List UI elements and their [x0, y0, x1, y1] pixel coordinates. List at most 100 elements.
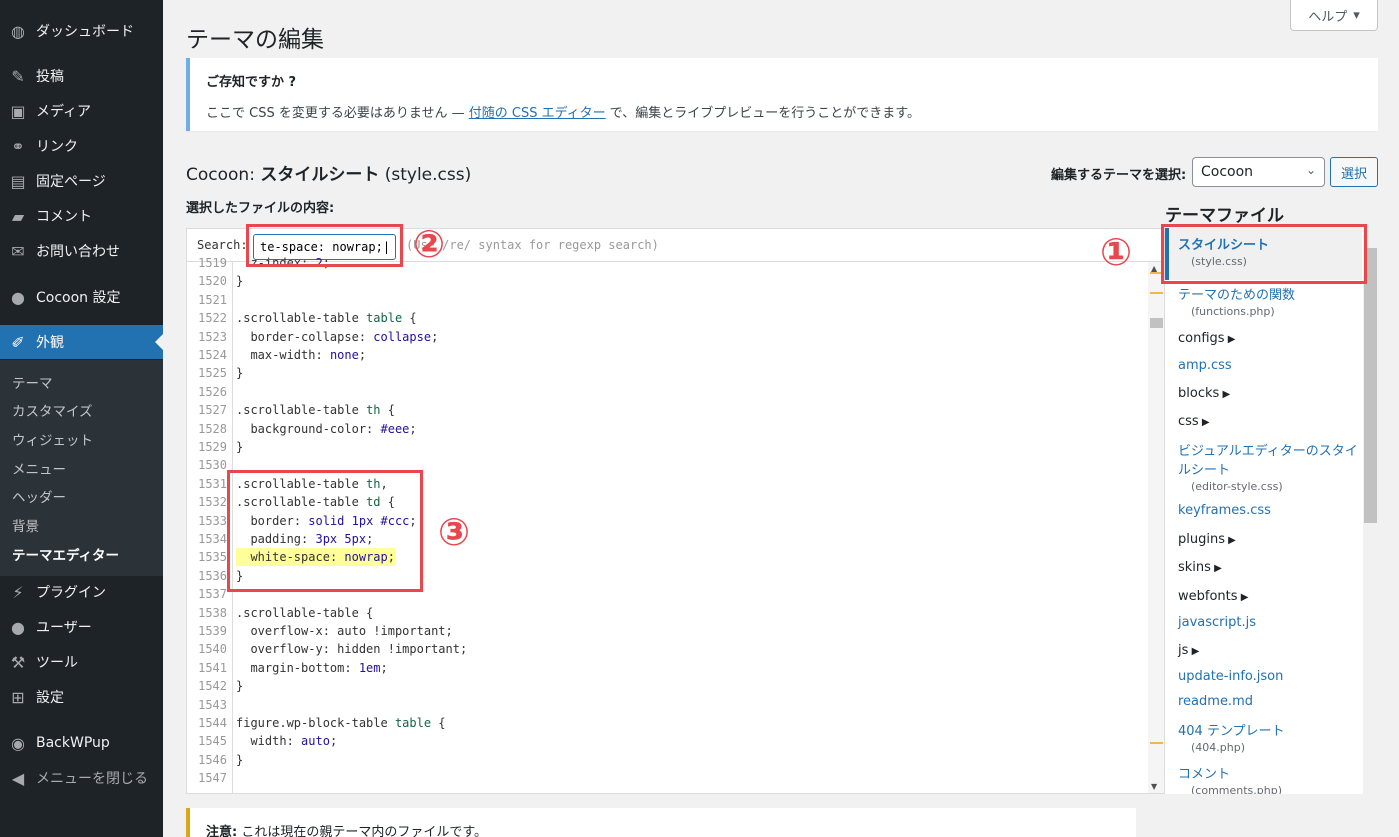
file-link[interactable]: コメント (comments.php) — [1178, 763, 1358, 794]
sidebar-item-1[interactable]: ✎ 投稿 — [0, 59, 163, 93]
files-scroll-thumb[interactable] — [1364, 248, 1377, 523]
submenu-item-theme[interactable]: テーマ — [12, 372, 53, 392]
file-folder[interactable]: skins ▶ — [1178, 560, 1358, 575]
file-name: update-info.json — [1178, 669, 1284, 684]
theme-select[interactable]: Cocoon ⌄ — [1192, 157, 1325, 187]
sidebar-item-12[interactable]: ⊞ 設定 — [0, 680, 163, 714]
caret-right-icon: ▶ — [1198, 417, 1210, 428]
code-line: 1542} — [187, 677, 1147, 695]
code-line: 1547 — [187, 769, 1147, 787]
sidebar-item-label: プラグイン — [36, 585, 106, 601]
sidebar-item-5[interactable]: ▰ コメント — [0, 199, 163, 233]
file-link[interactable]: keyframes.css — [1178, 503, 1358, 518]
caret-right-icon: ▶ — [1210, 563, 1222, 574]
sidebar-item-14[interactable]: ◀ メニューを閉じる — [0, 761, 163, 795]
caret-right-icon: ▶ — [1188, 646, 1200, 657]
line-number: 1527 — [198, 403, 227, 418]
code-line: 1541 margin-bottom: 1em; — [187, 659, 1147, 677]
comment-icon: ▰ — [11, 206, 25, 226]
code-line: 1526 — [187, 383, 1147, 401]
file-link[interactable]: readme.md — [1178, 694, 1358, 709]
line-number: 1538 — [198, 605, 227, 620]
file-link[interactable]: update-info.json — [1178, 669, 1358, 684]
heading-file-name: スタイルシート — [260, 165, 380, 185]
file-folder[interactable]: css ▶ — [1178, 414, 1358, 429]
code-line: 1529} — [187, 438, 1147, 456]
submenu-item-widgets[interactable]: ウィジェット — [12, 429, 93, 449]
file-folder[interactable]: js ▶ — [1178, 643, 1358, 658]
settings-icon: ⊞ — [11, 687, 25, 707]
sidebar-item-3[interactable]: ⚭ リンク — [0, 129, 163, 163]
sidebar-item-9[interactable]: ⚡ プラグイン — [0, 575, 163, 609]
sidebar-item-label: Cocoon 設定 — [36, 290, 121, 306]
file-path: (comments.php) — [1191, 784, 1283, 794]
scroll-down-icon[interactable]: ▼ — [1151, 782, 1157, 791]
annotation-number-1: ① — [1100, 230, 1133, 274]
editor-scrollbar[interactable]: ▲ ▼ — [1148, 262, 1164, 793]
admin-sidebar: テーマ カスタマイズ ウィジェット メニュー ヘッダー 背景 テーマエディター … — [0, 0, 163, 837]
sidebar-item-label: BackWPup — [36, 735, 110, 751]
submenu-item-header[interactable]: ヘッダー — [12, 486, 66, 506]
file-name: javascript.js — [1178, 615, 1256, 630]
file-link[interactable]: amp.css — [1178, 358, 1358, 373]
sidebar-item-4[interactable]: ▤ 固定ページ — [0, 164, 163, 198]
files-scrollbar[interactable] — [1363, 228, 1378, 794]
code-line: 1539 overflow-x: auto !important; — [187, 622, 1147, 640]
line-number: 1540 — [198, 642, 227, 657]
file-link[interactable]: ビジュアルエディターのスタイルシート (editor-style.css) — [1178, 440, 1358, 493]
file-folder[interactable]: plugins ▶ — [1178, 532, 1358, 547]
submenu-item-customize[interactable]: カスタマイズ — [12, 400, 93, 420]
file-path: (editor-style.css) — [1191, 480, 1283, 493]
code-text: border-collapse: collapse; — [250, 329, 439, 344]
custom-css-link[interactable]: 付随の CSS エディター — [469, 106, 606, 121]
help-button[interactable]: ヘルプ ▾ — [1290, 0, 1378, 31]
sidebar-item-2[interactable]: ▣ メディア — [0, 94, 163, 128]
code-line: 1525} — [187, 364, 1147, 382]
file-link[interactable]: 404 テンプレート (404.php) — [1178, 720, 1358, 754]
file-path: (functions.php) — [1191, 305, 1275, 318]
content-label: 選択したファイルの内容: — [186, 201, 335, 216]
file-folder[interactable]: webfonts ▶ — [1178, 589, 1358, 604]
code-text: figure.wp-block-table table { — [236, 716, 446, 730]
tool-icon: ⚒ — [10, 652, 26, 672]
code-line: 1545 width: auto; — [187, 732, 1147, 750]
sidebar-item-0[interactable]: ◍ ダッシュボード — [0, 14, 163, 48]
media-icon: ▣ — [10, 101, 26, 121]
sidebar-item-10[interactable]: ● ユーザー — [0, 610, 163, 644]
submenu-item-theme-editor[interactable]: テーマエディター — [12, 544, 119, 564]
line-number: 1543 — [198, 697, 227, 712]
scroll-thumb[interactable] — [1150, 318, 1163, 328]
warning-message: これは現在の親テーマ内のファイルです。 — [237, 825, 488, 837]
line-number: 1541 — [198, 660, 227, 675]
file-folder[interactable]: blocks ▶ — [1178, 386, 1358, 401]
code-text: max-width: none; — [250, 348, 367, 362]
sidebar-item-6[interactable]: ✉ お問い合わせ — [0, 234, 163, 268]
file-folder[interactable]: configs ▶ — [1178, 331, 1358, 346]
code-text: .scrollable-table th { — [236, 403, 395, 418]
file-name: テーマのための関数 — [1178, 288, 1296, 303]
annotation-number-2: ② — [413, 222, 446, 266]
file-name: blocks — [1178, 386, 1220, 401]
code-text: margin-bottom: 1em; — [250, 660, 388, 675]
line-number: 1542 — [198, 679, 227, 694]
code-line: 1546} — [187, 751, 1147, 769]
file-link[interactable]: テーマのための関数 (functions.php) — [1178, 284, 1358, 318]
line-number: 1544 — [198, 716, 227, 730]
sidebar-item-13[interactable]: ◉ BackWPup — [0, 726, 163, 760]
sidebar-item-label: ダッシュボード — [36, 24, 134, 40]
submenu-item-background[interactable]: 背景 — [12, 515, 39, 535]
plugin-icon: ⚡ — [12, 582, 24, 602]
sidebar-item-11[interactable]: ⚒ ツール — [0, 645, 163, 679]
heading-theme: Cocoon: — [186, 165, 261, 185]
sidebar-item-8[interactable]: ✐ 外観 — [0, 325, 163, 359]
file-link[interactable]: javascript.js — [1178, 615, 1358, 630]
submenu-item-menus[interactable]: メニュー — [12, 458, 66, 478]
line-number: 1533 — [198, 513, 227, 528]
file-name: コメント — [1178, 767, 1231, 782]
select-theme-button[interactable]: 選択 — [1330, 157, 1378, 187]
sidebar-item-7[interactable]: ● Cocoon 設定 — [0, 280, 163, 314]
line-number: 1525 — [198, 366, 227, 381]
code-text: .scrollable-table { — [236, 605, 374, 620]
sidebar-item-label: 固定ページ — [36, 174, 106, 190]
file-name: configs — [1178, 331, 1225, 346]
